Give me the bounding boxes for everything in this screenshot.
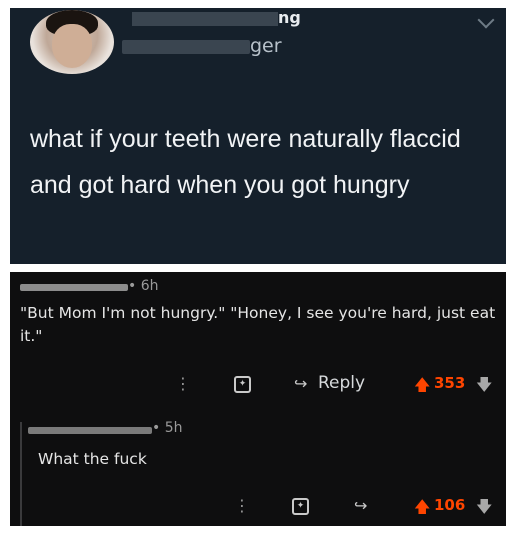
tweet-card: ng ger what if your teeth were naturally… <box>10 8 506 264</box>
avatar[interactable] <box>30 10 114 74</box>
more-options-icon[interactable]: ⋮ <box>175 374 191 393</box>
chevron-down-icon[interactable] <box>477 11 495 29</box>
username-redaction <box>20 284 128 291</box>
reply-icon[interactable]: ↪ <box>354 496 367 515</box>
save-icon[interactable]: ✦ <box>234 376 251 393</box>
tweet-author: ng ger <box>122 8 322 68</box>
reply-actions: ⋮ ✦ ↪ 🡅 106 🡇 <box>10 494 506 518</box>
comment-actions: ⋮ ✦ ↪ Reply 🡅 353 🡇 <box>10 372 506 396</box>
vote-score: 353 <box>434 374 466 392</box>
more-options-icon[interactable]: ⋮ <box>234 496 250 515</box>
username: ger <box>250 35 282 57</box>
reply-button[interactable]: Reply <box>318 373 365 393</box>
upvote-icon[interactable]: 🡅 <box>414 496 430 523</box>
reply-timestamp: • 5h <box>152 420 183 436</box>
vote-score: 106 <box>434 496 466 514</box>
save-icon[interactable]: ✦ <box>292 498 309 515</box>
tweet-text: what if your teeth were naturally flacci… <box>30 125 461 199</box>
display-name-redaction <box>132 12 278 26</box>
comment-body: "But Mom I'm not hungry." "Honey, I see … <box>20 304 496 345</box>
reply-icon[interactable]: ↪ <box>294 374 307 393</box>
username-redaction <box>122 40 250 54</box>
upvote-icon[interactable]: 🡅 <box>414 374 430 401</box>
avatar-face <box>52 24 92 68</box>
username-redaction <box>28 427 152 434</box>
reply-meta: • 5h <box>28 420 228 438</box>
display-name: ng <box>278 8 301 27</box>
comment-timestamp: • 6h <box>128 278 159 294</box>
comment-meta: • 6h <box>20 278 220 294</box>
reddit-thread: • 6h "But Mom I'm not hungry." "Honey, I… <box>10 272 506 526</box>
reply-body: What the fuck <box>38 450 147 468</box>
downvote-icon[interactable]: 🡇 <box>476 496 492 523</box>
downvote-icon[interactable]: 🡇 <box>476 374 492 401</box>
